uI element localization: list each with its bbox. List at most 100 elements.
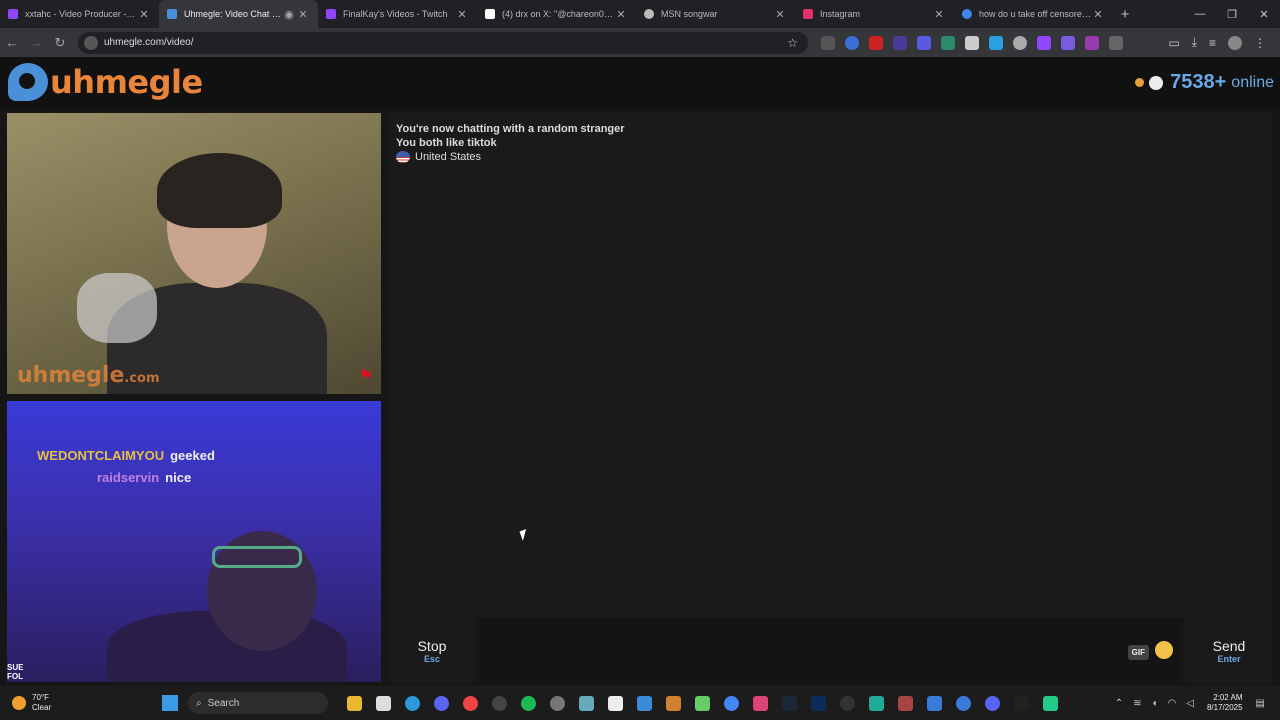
restore-icon[interactable]: ❐ — [1216, 8, 1248, 21]
system-message: You're now chatting with a random strang… — [396, 123, 625, 135]
site-info-icon[interactable] — [84, 35, 98, 50]
tab-twitch-producer[interactable]: xxtahc - Video Producer - Twitch ✕ — [0, 0, 159, 28]
extension-icon[interactable] — [1037, 35, 1051, 50]
app-icon[interactable] — [956, 695, 971, 711]
notepad-icon[interactable] — [637, 695, 652, 711]
chrome-icon[interactable] — [724, 695, 739, 711]
close-window-icon[interactable]: ✕ — [1248, 8, 1280, 21]
menu-icon[interactable]: ⋮ — [1254, 36, 1266, 50]
close-icon[interactable]: ✕ — [296, 8, 310, 21]
gif-button[interactable]: GIF — [1127, 645, 1149, 660]
url-text: uhmegle.com/video/ — [104, 37, 194, 48]
extension-icon[interactable] — [1085, 35, 1099, 50]
chat-log: You're now chatting with a random strang… — [388, 113, 1273, 618]
close-icon[interactable]: ✕ — [137, 8, 151, 21]
extension-icon[interactable] — [989, 35, 1003, 50]
spotify-icon[interactable] — [521, 695, 536, 711]
taskbar-search[interactable]: ⌕ Search — [188, 692, 328, 714]
extensions-puzzle-icon[interactable] — [1109, 35, 1123, 50]
photos-icon[interactable] — [579, 695, 594, 711]
notification-icon[interactable]: ▤ — [1256, 698, 1265, 709]
extension-icon[interactable] — [1061, 35, 1075, 50]
theme-toggle[interactable] — [1149, 75, 1164, 90]
edge-icon[interactable] — [405, 695, 420, 711]
new-tab-button[interactable]: + — [1113, 6, 1137, 23]
obs-icon[interactable] — [840, 695, 855, 711]
extensions-bar — [816, 35, 1128, 50]
self-video: WEDONTCLAIMYOU geeked raidservin nice SUE … — [7, 401, 381, 682]
video-watermark: uhmegle.com — [17, 363, 160, 388]
extension-icon[interactable] — [845, 35, 859, 50]
stranger-jacket — [77, 273, 157, 343]
app-icon[interactable] — [927, 695, 942, 711]
app-icon[interactable] — [1043, 695, 1058, 711]
send-button[interactable]: Send Enter — [1185, 619, 1273, 683]
minimize-icon[interactable]: — — [1184, 8, 1216, 20]
site-logo[interactable]: uhmegle — [8, 63, 203, 101]
media-icon[interactable]: ≡ — [1209, 36, 1216, 50]
photoshop-icon[interactable] — [811, 695, 826, 711]
close-icon[interactable]: ✕ — [455, 8, 469, 21]
file-explorer-icon[interactable] — [347, 695, 362, 711]
sidebar-icon[interactable]: ▭ — [1168, 36, 1179, 50]
app-icon[interactable] — [463, 695, 478, 711]
emoji-icon[interactable] — [1155, 641, 1173, 659]
tab-twitch-videos[interactable]: FinalKay's Videos - Twitch ✕ — [318, 0, 477, 28]
app-icon[interactable] — [695, 695, 710, 711]
terminal-icon[interactable] — [1014, 695, 1029, 711]
capcut-icon[interactable] — [608, 695, 623, 711]
message-input[interactable]: GIF — [480, 619, 1181, 683]
stop-label: Stop — [417, 638, 447, 654]
app-icon[interactable] — [550, 695, 565, 711]
extension-icon[interactable] — [917, 35, 931, 50]
close-icon[interactable]: ✕ — [773, 8, 787, 21]
extension-icon[interactable] — [941, 35, 955, 50]
site-header: uhmegle 7538+ online — [0, 57, 1280, 107]
app-icon[interactable] — [898, 695, 913, 711]
volume-icon[interactable]: ◁ — [1186, 698, 1194, 709]
download-icon[interactable]: ⤓ — [1192, 35, 1197, 50]
tab-google[interactable]: how do u take off censored chat ✕ — [954, 0, 1113, 28]
pause-icon[interactable] — [821, 35, 835, 50]
clock[interactable]: 2:02 AM 8/17/2025 — [1207, 693, 1243, 713]
chevron-up-icon[interactable]: ⌃ — [1115, 698, 1123, 709]
send-label: Send — [1212, 638, 1246, 654]
weather-widget[interactable]: 70°F Clear — [12, 693, 152, 713]
windows-start-icon[interactable] — [162, 695, 178, 711]
us-flag-icon — [396, 151, 410, 163]
tab-x-post[interactable]: (4) drx on X: "@chareon0 @xxtahc" ✕ — [477, 0, 636, 28]
discord-icon[interactable] — [985, 695, 1000, 711]
extension-icon[interactable] — [965, 35, 979, 50]
close-icon[interactable]: ✕ — [1091, 8, 1105, 21]
extension-icon[interactable] — [1013, 35, 1027, 50]
profile-avatar[interactable] — [1228, 35, 1242, 50]
forward-icon[interactable]: → — [24, 35, 48, 50]
extension-icon[interactable] — [893, 35, 907, 50]
app-icon[interactable] — [753, 695, 768, 711]
bookmark-star-icon[interactable]: ☆ — [787, 36, 798, 50]
chat-message: geeked — [170, 448, 215, 463]
reload-icon[interactable]: ↻ — [48, 35, 72, 51]
close-icon[interactable]: ✕ — [932, 8, 946, 21]
close-icon[interactable]: ✕ — [614, 8, 628, 21]
url-input[interactable]: uhmegle.com/video/ ☆ — [78, 31, 808, 54]
temperature: 70°F — [32, 693, 49, 702]
back-icon[interactable]: ← — [0, 35, 24, 50]
media-player-icon[interactable] — [492, 695, 507, 711]
extension-icon[interactable] — [869, 35, 883, 50]
app-icon[interactable] — [869, 695, 884, 711]
store-icon[interactable] — [376, 695, 391, 711]
tab-uhmegle[interactable]: Uhmegle: Video Chat | Omegle ◉ ✕ — [159, 0, 318, 28]
tab-instagram[interactable]: Instagram ✕ — [795, 0, 954, 28]
app-icon[interactable] — [666, 695, 681, 711]
discord-icon[interactable] — [434, 695, 449, 711]
report-flag-icon[interactable]: ⚑ — [359, 366, 373, 386]
steam-icon[interactable] — [782, 695, 797, 711]
network-icon[interactable]: ≋ — [1133, 698, 1141, 709]
tab-msn[interactable]: MSN songwar ✕ — [636, 0, 795, 28]
wifi-icon[interactable]: ◠ — [1168, 698, 1177, 709]
browser-tab-bar: xxtahc - Video Producer - Twitch ✕ Uhmeg… — [0, 0, 1280, 28]
microphone-icon[interactable]: ◖ — [1151, 698, 1157, 709]
country-name: United States — [415, 151, 482, 163]
stop-button[interactable]: Stop Esc — [388, 619, 476, 683]
